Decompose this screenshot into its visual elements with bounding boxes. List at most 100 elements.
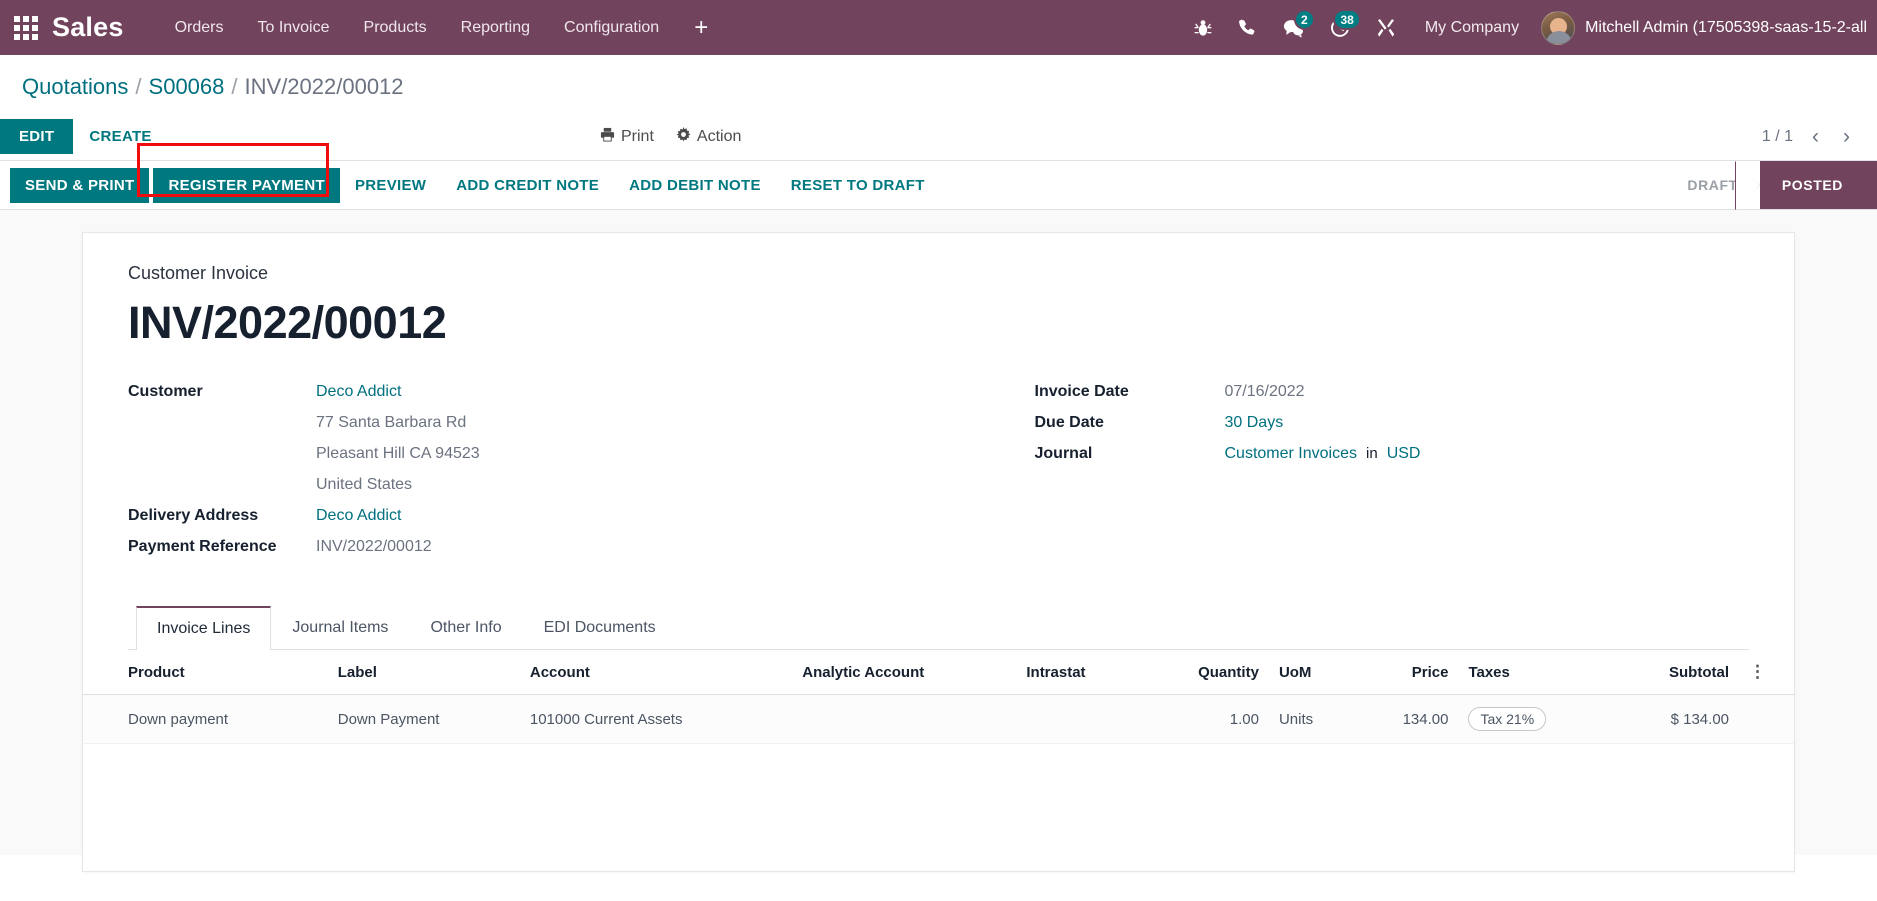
column-header-uom[interactable]: UoM — [1268, 650, 1355, 695]
breadcrumb-item-quotations[interactable]: Quotations — [22, 74, 128, 100]
page-title: INV/2022/00012 — [128, 297, 447, 348]
column-header-price[interactable]: Price — [1354, 650, 1459, 695]
form-left-column: Customer Deco Addict 77 Santa Barbara Rd… — [128, 383, 939, 569]
printer-icon — [600, 127, 615, 147]
cell-quantity[interactable]: 1.00 — [1141, 694, 1269, 744]
tab-other-info[interactable]: Other Info — [409, 606, 522, 650]
journal-in-word: in — [1366, 445, 1378, 462]
activities-clock-icon[interactable]: 38 — [1317, 0, 1363, 55]
column-header-quantity[interactable]: Quantity — [1141, 650, 1269, 695]
cell-label[interactable]: Down Payment — [327, 694, 520, 744]
column-header-taxes[interactable]: Taxes — [1458, 650, 1613, 695]
column-options-icon[interactable]: ⋮ — [1739, 650, 1794, 695]
nav-item-orders[interactable]: Orders — [158, 11, 241, 45]
field-due-date: Due Date 30 Days — [1035, 414, 1750, 432]
print-menu[interactable]: Print — [600, 127, 654, 147]
create-button[interactable]: CREATE — [73, 119, 167, 154]
field-address-line-3: United States — [128, 476, 939, 494]
table-header: Product Label Account Analytic Account I… — [83, 650, 1794, 695]
add-credit-note-button[interactable]: ADD CREDIT NOTE — [441, 168, 614, 203]
nav-item-products[interactable]: Products — [347, 11, 444, 45]
send-and-print-button[interactable]: SEND & PRINT — [10, 167, 150, 203]
field-address-line-2: Pleasant Hill CA 94523 — [128, 445, 939, 463]
breadcrumb: Quotations / S00068 / INV/2022/00012 — [0, 55, 1877, 113]
invoice-date-label: Invoice Date — [1034, 383, 1129, 400]
cell-product[interactable]: Down payment — [83, 694, 328, 744]
reset-to-draft-button[interactable]: RESET TO DRAFT — [776, 168, 940, 203]
register-payment-button[interactable]: REGISTER PAYMENT — [153, 167, 340, 203]
nav-add-button[interactable]: + — [676, 15, 726, 40]
edit-button[interactable]: EDIT — [0, 119, 74, 154]
column-header-label[interactable]: Label — [327, 650, 520, 695]
tab-journal-items[interactable]: Journal Items — [271, 606, 409, 650]
field-invoice-date: Invoice Date 07/16/2022 — [1035, 383, 1750, 401]
cell-analytic-account[interactable] — [792, 694, 1017, 744]
payment-reference-value[interactable]: INV/2022/00012 — [316, 538, 432, 556]
statusbar-buttons: SEND & PRINT REGISTER PAYMENT PREVIEW AD… — [0, 161, 940, 209]
top-navbar: Sales Orders To Invoice Products Reporti… — [0, 0, 1877, 55]
cell-taxes[interactable]: Tax 21% — [1458, 694, 1613, 744]
column-header-analytic-account[interactable]: Analytic Account — [792, 650, 1017, 695]
avatar — [1541, 10, 1576, 45]
journal-value[interactable]: Customer Invoices — [1225, 445, 1358, 463]
pager-previous-icon[interactable]: ‹ — [1807, 126, 1824, 147]
currency-value[interactable]: USD — [1387, 445, 1421, 463]
payment-reference-label: Payment Reference — [128, 538, 277, 555]
table-row[interactable]: Down payment Down Payment 101000 Current… — [83, 694, 1794, 744]
developer-tools-icon[interactable] — [1363, 0, 1409, 55]
control-bar-center: Print Action — [600, 126, 741, 147]
invoice-lines-table: Product Label Account Analytic Account I… — [83, 650, 1794, 744]
cell-price[interactable]: 134.00 — [1354, 694, 1459, 744]
pager: 1 / 1 ‹ › — [1762, 126, 1855, 147]
preview-button[interactable]: PREVIEW — [340, 168, 441, 203]
user-menu[interactable]: Mitchell Admin (17505398-saas-15-2-all — [1535, 10, 1867, 45]
messages-icon[interactable]: 2 — [1269, 0, 1317, 55]
tab-edi-documents[interactable]: EDI Documents — [523, 606, 677, 650]
nav-item-to-invoice[interactable]: To Invoice — [240, 11, 346, 45]
table-body: Down payment Down Payment 101000 Current… — [83, 694, 1794, 744]
activities-badge: 38 — [1333, 9, 1361, 30]
nav-item-configuration[interactable]: Configuration — [547, 11, 676, 45]
breadcrumb-item-current: INV/2022/00012 — [244, 74, 404, 99]
app-brand-sales[interactable]: Sales — [52, 12, 124, 43]
column-header-product[interactable]: Product — [83, 650, 328, 695]
delivery-address-label: Delivery Address — [128, 507, 259, 524]
company-switcher[interactable]: My Company — [1409, 19, 1535, 37]
pager-count: 1 / 1 — [1761, 127, 1793, 145]
statusbar: SEND & PRINT REGISTER PAYMENT PREVIEW AD… — [0, 143, 1877, 210]
column-header-intrastat[interactable]: Intrastat — [1016, 650, 1142, 695]
field-payment-reference: Payment Reference INV/2022/00012 — [128, 538, 939, 556]
action-menu[interactable]: Action — [676, 126, 741, 147]
status-stage-posted[interactable]: POSTED — [1734, 161, 1877, 210]
field-customer: Customer Deco Addict — [128, 383, 939, 401]
pager-next-icon[interactable]: › — [1838, 126, 1855, 147]
nav-item-reporting[interactable]: Reporting — [444, 11, 547, 45]
delivery-address-value[interactable]: Deco Addict — [316, 507, 401, 525]
phone-icon[interactable] — [1225, 0, 1269, 55]
apps-grid-icon[interactable] — [0, 0, 52, 55]
tab-invoice-lines[interactable]: Invoice Lines — [136, 606, 272, 650]
gear-icon — [676, 126, 691, 147]
breadcrumb-item-s00068[interactable]: S00068 — [149, 74, 225, 100]
add-debit-note-button[interactable]: ADD DEBIT NOTE — [614, 168, 776, 203]
form-right-column: Invoice Date 07/16/2022 Due Date 30 Days… — [939, 383, 1750, 569]
cell-uom[interactable]: Units — [1268, 694, 1355, 744]
invoice-sheet: Customer Invoice INV/2022/00012 Customer… — [82, 232, 1795, 872]
messages-badge: 2 — [1293, 9, 1315, 30]
cell-intrastat[interactable] — [1016, 694, 1142, 744]
cell-subtotal: $ 134.00 — [1612, 694, 1739, 744]
cell-row-options[interactable] — [1739, 694, 1794, 744]
due-date-value[interactable]: 30 Days — [1225, 414, 1284, 432]
customer-value[interactable]: Deco Addict — [316, 383, 401, 401]
field-delivery-address: Delivery Address Deco Addict — [128, 507, 939, 525]
cell-account[interactable]: 101000 Current Assets — [519, 694, 793, 744]
notebook-tabs: Invoice Lines Journal Items Other Info E… — [128, 605, 1749, 650]
address-line-1: 77 Santa Barbara Rd — [316, 414, 467, 431]
status-badge: Tax 21% — [1468, 707, 1547, 731]
column-header-account[interactable]: Account — [519, 650, 793, 695]
breadcrumb-separator: / — [231, 74, 238, 99]
user-name-label: Mitchell Admin (17505398-saas-15-2-all — [1585, 18, 1867, 36]
column-header-subtotal[interactable]: Subtotal — [1612, 650, 1739, 695]
invoice-date-value[interactable]: 07/16/2022 — [1225, 383, 1305, 401]
bug-icon[interactable] — [1181, 0, 1225, 55]
